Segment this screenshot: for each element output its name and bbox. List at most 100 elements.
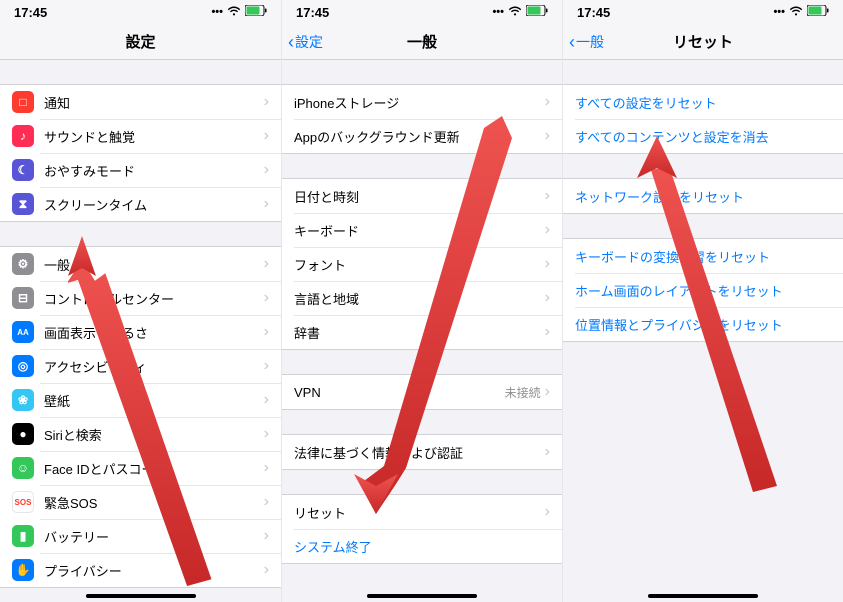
nav-title: 一般 <box>407 31 437 52</box>
row-vpn[interactable]: VPN未接続› <box>282 375 562 409</box>
nav-title: 設定 <box>125 31 155 52</box>
row-wallpaper[interactable]: ❀壁紙› <box>0 383 281 417</box>
phone-general: 17:45 ••• ‹ 設定 一般 iPhoneストレージ›Appのバックグラウ… <box>281 0 562 602</box>
home-indicator[interactable] <box>648 594 758 598</box>
row-battery[interactable]: ▮バッテリー› <box>0 519 281 553</box>
row-reset_network[interactable]: ネットワーク設定をリセット <box>563 179 843 213</box>
row-erase_all[interactable]: すべてのコンテンツと設定を消去 <box>563 119 843 153</box>
chevron-right-icon: › <box>264 561 269 579</box>
back-button[interactable]: ‹ 設定 <box>288 32 323 52</box>
nav-bar: ‹ 設定 一般 <box>282 24 562 60</box>
status-bar: 17:45 ••• <box>563 0 843 24</box>
row-reset_all[interactable]: すべての設定をリセット <box>563 85 843 119</box>
home-indicator[interactable] <box>367 594 477 598</box>
row-control[interactable]: ⊟コントロールセンター› <box>0 281 281 315</box>
chevron-right-icon: › <box>264 289 269 307</box>
row-label: ホーム画面のレイアウトをリセット <box>575 281 831 300</box>
general-list[interactable]: iPhoneストレージ›Appのバックグラウンド更新›日付と時刻›キーボード›フ… <box>282 60 562 602</box>
row-label: 日付と時刻 <box>294 187 545 206</box>
row-shutdown[interactable]: システム終了 <box>282 529 562 563</box>
nav-title: リセット <box>673 31 733 52</box>
privacy-icon: ✋ <box>12 559 34 581</box>
back-label: 一般 <box>576 32 604 52</box>
row-label: 通知 <box>44 93 264 112</box>
row-privacy[interactable]: ✋ プライバシー› <box>0 553 281 587</box>
sounds-icon: ♪ <box>12 125 34 147</box>
row-faceid[interactable]: ☺ Face IDとパスコード› <box>0 451 281 485</box>
sos-icon: SOS <box>12 491 34 513</box>
three-phone-layout: 17:45 ••• 設定 □通知›♪サウンドと触覚›☾おやすみモード›⧗スクリー… <box>0 0 843 602</box>
row-notifications[interactable]: □通知› <box>0 85 281 119</box>
row-keyboard[interactable]: キーボード› <box>282 213 562 247</box>
dnd-icon: ☾ <box>12 159 34 181</box>
siri-icon: ● <box>12 423 34 445</box>
row-label: アクセシビリティ <box>44 357 264 376</box>
status-time: 17:45 <box>577 5 610 20</box>
row-language[interactable]: 言語と地域› <box>282 281 562 315</box>
row-label: 言語と地域 <box>294 289 545 308</box>
row-screentime[interactable]: ⧗スクリーンタイム› <box>0 187 281 221</box>
row-dictionary[interactable]: 辞書› <box>282 315 562 349</box>
chevron-right-icon: › <box>545 221 550 239</box>
screentime-icon: ⧗ <box>12 193 34 215</box>
chevron-right-icon: › <box>264 527 269 545</box>
status-bar: 17:45 ••• <box>282 0 562 24</box>
chevron-right-icon: › <box>264 459 269 477</box>
row-label: ネットワーク設定をリセット <box>575 187 831 206</box>
row-storage[interactable]: iPhoneストレージ› <box>282 85 562 119</box>
accessibility-icon: ◎ <box>12 355 34 377</box>
row-label: すべてのコンテンツと設定を消去 <box>575 127 831 146</box>
status-time: 17:45 <box>296 5 329 20</box>
chevron-left-icon: ‹ <box>569 33 575 51</box>
row-label: 一般 <box>44 255 264 274</box>
row-label: iPhoneストレージ <box>294 93 545 112</box>
settings-group: 法律に基づく情報および認証› <box>282 434 562 470</box>
chevron-right-icon: › <box>264 93 269 111</box>
home-indicator[interactable] <box>86 594 196 598</box>
row-font[interactable]: フォント› <box>282 247 562 281</box>
control-icon: ⊟ <box>12 287 34 309</box>
settings-list[interactable]: □通知›♪サウンドと触覚›☾おやすみモード›⧗スクリーンタイム›⚙一般›⊟コント… <box>0 60 281 602</box>
row-reset_loc[interactable]: 位置情報とプライバシーをリセット <box>563 307 843 341</box>
row-label: Face IDとパスコード <box>44 459 264 478</box>
wallpaper-icon: ❀ <box>12 389 34 411</box>
signal-icon: ••• <box>492 6 504 18</box>
phone-settings: 17:45 ••• 設定 □通知›♪サウンドと触覚›☾おやすみモード›⧗スクリー… <box>0 0 281 602</box>
row-label: フォント <box>294 255 545 274</box>
row-display[interactable]: AA画面表示と明るさ› <box>0 315 281 349</box>
row-reset[interactable]: リセット› <box>282 495 562 529</box>
row-label: プライバシー <box>44 561 264 580</box>
chevron-right-icon: › <box>545 127 550 145</box>
back-button[interactable]: ‹ 一般 <box>569 32 604 52</box>
row-sounds[interactable]: ♪ サウンドと触覚› <box>0 119 281 153</box>
chevron-right-icon: › <box>545 323 550 341</box>
settings-group: リセット›システム終了 <box>282 494 562 564</box>
row-label: Appのバックグラウンド更新 <box>294 127 545 146</box>
row-siri[interactable]: ●Siriと検索› <box>0 417 281 451</box>
row-dnd[interactable]: ☾おやすみモード› <box>0 153 281 187</box>
settings-group: □通知› ♪ サウンドと触覚› ☾おやすみモード› ⧗ スクリーンタイム › <box>0 84 281 222</box>
wifi-icon <box>227 6 241 19</box>
faceid-icon: ☺ <box>12 457 34 479</box>
chevron-right-icon: › <box>545 443 550 461</box>
row-label: サウンドと触覚 <box>44 127 264 146</box>
chevron-right-icon: › <box>264 127 269 145</box>
back-label: 設定 <box>295 32 323 52</box>
reset-list[interactable]: すべての設定をリセットすべてのコンテンツと設定を消去ネットワーク設定をリセットキ… <box>563 60 843 602</box>
general-icon: ⚙ <box>12 253 34 275</box>
chevron-right-icon: › <box>264 323 269 341</box>
row-sos[interactable]: SOS緊急SOS› <box>0 485 281 519</box>
settings-group: 日付と時刻›キーボード›フォント›言語と地域›辞書› <box>282 178 562 350</box>
row-datetime[interactable]: 日付と時刻› <box>282 179 562 213</box>
row-reset_kbd[interactable]: キーボードの変換学習をリセット <box>563 239 843 273</box>
settings-group: VPN未接続› <box>282 374 562 410</box>
row-legal[interactable]: 法律に基づく情報および認証› <box>282 435 562 469</box>
row-label: 辞書 <box>294 323 545 342</box>
row-accessibility[interactable]: ◎アクセシビリティ› <box>0 349 281 383</box>
row-general[interactable]: ⚙一般› <box>0 247 281 281</box>
row-reset_home[interactable]: ホーム画面のレイアウトをリセット <box>563 273 843 307</box>
chevron-left-icon: ‹ <box>288 33 294 51</box>
row-bgrefresh[interactable]: Appのバックグラウンド更新› <box>282 119 562 153</box>
row-label: スクリーンタイム <box>44 195 264 214</box>
settings-group: ⚙一般›⊟コントロールセンター›AA画面表示と明るさ›◎アクセシビリティ›❀壁紙… <box>0 246 281 588</box>
